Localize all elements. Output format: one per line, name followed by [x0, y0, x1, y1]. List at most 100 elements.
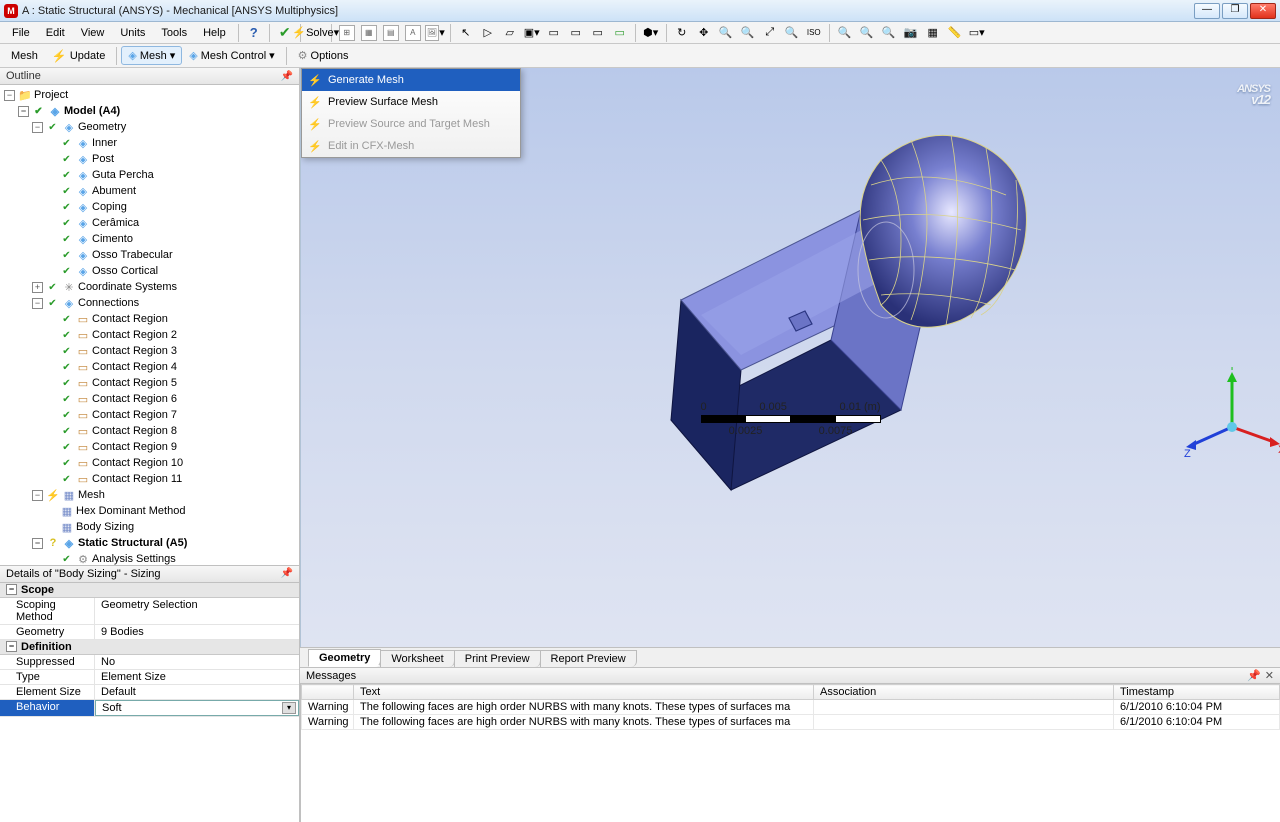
- suppressed-row[interactable]: SuppressedNo: [0, 655, 299, 670]
- menu-view[interactable]: View: [73, 27, 113, 39]
- tree-item[interactable]: ✔▭Contact Region 9: [4, 439, 295, 455]
- options-button[interactable]: ⚙Options: [291, 46, 356, 65]
- scoping-method-row[interactable]: Scoping MethodGeometry Selection: [0, 598, 299, 625]
- mesh-dropdown-button[interactable]: ◈Mesh ▾: [121, 46, 182, 65]
- rotate-icon[interactable]: ↻: [672, 23, 692, 43]
- message-row[interactable]: WarningThe following faces are high orde…: [302, 715, 1280, 730]
- mesh-control-button[interactable]: ◈Mesh Control ▾: [182, 46, 281, 65]
- tree-item[interactable]: −✔◈Model (A4): [4, 103, 295, 119]
- menu-file[interactable]: File: [4, 27, 38, 39]
- tree-item[interactable]: ✔◈Cerâmica: [4, 215, 295, 231]
- close-button[interactable]: ✕: [1250, 3, 1276, 19]
- col-severity[interactable]: [302, 685, 354, 700]
- iso-icon[interactable]: ISO: [804, 23, 824, 43]
- menu-help[interactable]: Help: [195, 27, 234, 39]
- dropdown-item[interactable]: ⚡Preview Surface Mesh: [302, 91, 520, 113]
- tree-item[interactable]: ✔▭Contact Region 11: [4, 471, 295, 487]
- col-text[interactable]: Text: [354, 685, 814, 700]
- geometry-row[interactable]: Geometry9 Bodies: [0, 625, 299, 640]
- tree-item[interactable]: −✔◈Geometry: [4, 119, 295, 135]
- maximize-button[interactable]: ❐: [1222, 3, 1248, 19]
- tree-item[interactable]: ▦Body Sizing: [4, 519, 295, 535]
- select-face-icon[interactable]: ▱: [500, 23, 520, 43]
- display-mode-icon[interactable]: ⬢▾: [641, 23, 661, 43]
- messages-table[interactable]: Text Association Timestamp WarningThe fo…: [301, 684, 1280, 730]
- dropdown-item[interactable]: ⚡Generate Mesh: [302, 69, 520, 91]
- image-icon[interactable]: 🖼▾: [425, 23, 445, 43]
- message-row[interactable]: WarningThe following faces are high orde…: [302, 700, 1280, 715]
- tree-item[interactable]: +✔✳Coordinate Systems: [4, 279, 295, 295]
- tab-geometry[interactable]: Geometry: [308, 649, 381, 667]
- tree-item[interactable]: ✔◈Guta Percha: [4, 167, 295, 183]
- close-icon[interactable]: ✕: [1265, 670, 1274, 682]
- box-select3-icon[interactable]: ▭: [588, 23, 608, 43]
- viewport[interactable]: ⚡Generate Mesh⚡Preview Surface Mesh⚡Prev…: [300, 68, 1280, 647]
- zoom-in-icon[interactable]: 🔍: [716, 23, 736, 43]
- zoom-sel-icon[interactable]: 🔍: [879, 23, 899, 43]
- tree-item[interactable]: ✔▭Contact Region 3: [4, 343, 295, 359]
- chevron-down-icon[interactable]: ▾: [282, 702, 296, 714]
- menu-edit[interactable]: Edit: [38, 27, 73, 39]
- zoom-out-icon[interactable]: 🔍: [738, 23, 758, 43]
- tree-item[interactable]: ✔◈Osso Trabecular: [4, 247, 295, 263]
- tree-item[interactable]: −?◈Static Structural (A5): [4, 535, 295, 551]
- tree-item[interactable]: ✔◈Cimento: [4, 231, 295, 247]
- model-3d[interactable]: [531, 90, 1051, 510]
- tree-item[interactable]: ✔◈Coping: [4, 199, 295, 215]
- type-row[interactable]: TypeElement Size: [0, 670, 299, 685]
- tree-item[interactable]: ✔▭Contact Region 2: [4, 327, 295, 343]
- prev-view-icon[interactable]: 🔍: [835, 23, 855, 43]
- report-icon[interactable]: ▤: [381, 23, 401, 43]
- solve-button[interactable]: ⚡Solve ▾: [306, 23, 326, 43]
- tree-item[interactable]: ▦Hex Dominant Method: [4, 503, 295, 519]
- axis-triad[interactable]: Y X Z: [1182, 367, 1262, 447]
- tree-item[interactable]: ✔◈Post: [4, 151, 295, 167]
- select-body-icon[interactable]: ▣▾: [522, 23, 542, 43]
- worksheet-icon[interactable]: ▦: [359, 23, 379, 43]
- tree-item[interactable]: ✔▭Contact Region 10: [4, 455, 295, 471]
- tree-item[interactable]: ✔◈Abument: [4, 183, 295, 199]
- pan-icon[interactable]: ✥: [694, 23, 714, 43]
- tree-item[interactable]: ✔▭Contact Region 8: [4, 423, 295, 439]
- pin-icon[interactable]: 📌: [281, 568, 293, 580]
- named-view-icon[interactable]: 📷: [901, 23, 921, 43]
- tree-item[interactable]: ✔⚙Analysis Settings: [4, 551, 295, 565]
- zoom-box-icon[interactable]: 🔍: [782, 23, 802, 43]
- tree-item[interactable]: ✔▭Contact Region 4: [4, 359, 295, 375]
- element-size-row[interactable]: Element SizeDefault: [0, 685, 299, 700]
- annotation-icon[interactable]: A: [403, 23, 423, 43]
- tree-item[interactable]: −📁Project: [4, 87, 295, 103]
- select-edge-icon[interactable]: ▷: [478, 23, 498, 43]
- ruler-icon[interactable]: 📏: [945, 23, 965, 43]
- tree-item[interactable]: −✔◈Connections: [4, 295, 295, 311]
- pin-icon[interactable]: 📌: [281, 71, 293, 82]
- tree-item[interactable]: ✔▭Contact Region: [4, 311, 295, 327]
- scope-section[interactable]: −Scope: [0, 583, 299, 598]
- behavior-row[interactable]: BehaviorSoft▾: [0, 700, 299, 717]
- menu-tools[interactable]: Tools: [153, 27, 195, 39]
- tree-item[interactable]: ✔◈Inner: [4, 135, 295, 151]
- splitter-handle[interactable]: [300, 358, 301, 398]
- box-select2-icon[interactable]: ▭: [566, 23, 586, 43]
- select-point-icon[interactable]: ↖: [456, 23, 476, 43]
- menu-units[interactable]: Units: [112, 27, 153, 39]
- box-select-icon[interactable]: ▭: [544, 23, 564, 43]
- tree-item[interactable]: ✔◈Osso Cortical: [4, 263, 295, 279]
- tree-item[interactable]: ✔▭Contact Region 6: [4, 391, 295, 407]
- tree-item[interactable]: ✔▭Contact Region 7: [4, 407, 295, 423]
- definition-section[interactable]: −Definition: [0, 640, 299, 655]
- next-view-icon[interactable]: 🔍: [857, 23, 877, 43]
- pin-icon[interactable]: 📌: [1247, 670, 1261, 682]
- outline-tree[interactable]: −📁Project−✔◈Model (A4)−✔◈Geometry✔◈Inner…: [0, 85, 299, 565]
- col-association[interactable]: Association: [814, 685, 1114, 700]
- toggle-tree-icon[interactable]: ⊞: [337, 23, 357, 43]
- section-icon[interactable]: ▭▾: [967, 23, 987, 43]
- tree-item[interactable]: ✔▭Contact Region 5: [4, 375, 295, 391]
- tab-report-preview[interactable]: Report Preview: [540, 650, 637, 667]
- tab-worksheet[interactable]: Worksheet: [380, 650, 454, 667]
- col-timestamp[interactable]: Timestamp: [1114, 685, 1280, 700]
- box-select4-icon[interactable]: ▭: [610, 23, 630, 43]
- fit-icon[interactable]: ⤢: [760, 23, 780, 43]
- update-button[interactable]: ⚡Update: [45, 46, 112, 66]
- help-icon[interactable]: ?: [244, 23, 264, 43]
